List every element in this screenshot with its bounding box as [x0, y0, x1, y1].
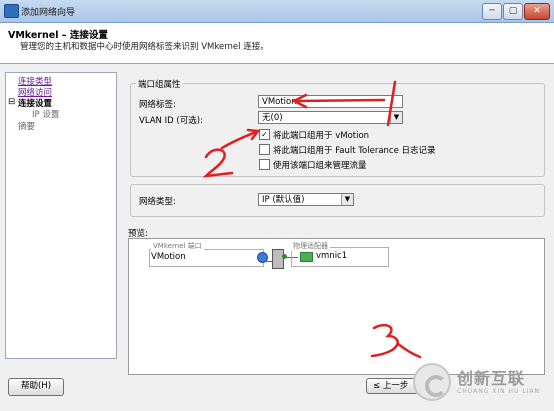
- annotation-number-3: [370, 324, 422, 359]
- arrow-to-vmotion-checkbox: [220, 130, 258, 150]
- annotation-number-1: [386, 80, 397, 127]
- watermark-subtitle: CHUANG XIN HU LIAN: [457, 388, 541, 395]
- annotation-number-2: [202, 148, 234, 178]
- annotation-overlay: [202, 80, 422, 359]
- arrow-to-network-label: [294, 98, 386, 103]
- watermark-name: 创新互联: [457, 369, 526, 388]
- watermark-icon: [413, 363, 451, 401]
- watermark-logo: 创新互联 CHUANG XIN HU LIAN: [413, 361, 548, 405]
